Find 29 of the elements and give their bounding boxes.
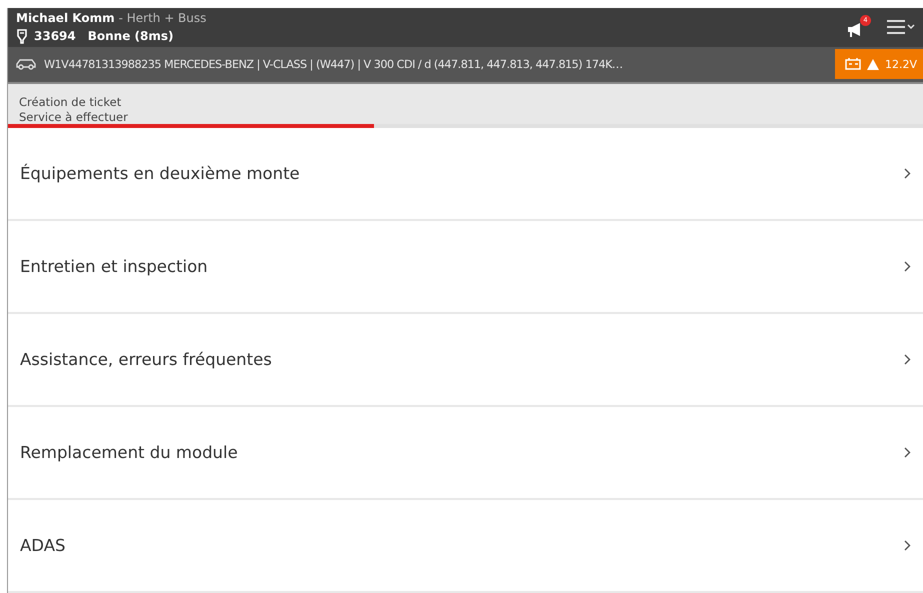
chevron-icon: [904, 447, 911, 458]
user-name: Michael Komm: [16, 10, 115, 25]
breadcrumb-title: Création de ticket: [19, 94, 122, 110]
battery-icon: [844, 58, 861, 70]
item-label: ADAS: [20, 536, 66, 555]
menu-item[interactable]: Entretien et inspection: [8, 221, 923, 314]
menu-icon: [887, 20, 915, 34]
menu-item[interactable]: ADAS: [8, 500, 923, 593]
car-icon: [16, 58, 36, 70]
chevron-icon: [904, 168, 911, 179]
menu-item[interactable]: Assistance, erreurs fréquentes: [8, 314, 923, 407]
plug-icon: [16, 28, 28, 44]
breadcrumb-subtitle: Service à effectuer: [19, 110, 129, 125]
item-label: Remplacement du module: [20, 443, 238, 462]
menu-item[interactable]: Remplacement du module: [8, 407, 923, 500]
menu-button[interactable]: [885, 18, 917, 36]
chevron-icon: [904, 540, 911, 551]
company-name: - Herth + Buss: [118, 10, 206, 25]
chevron-icon: [904, 261, 911, 272]
dealer-code: 33694: [34, 29, 76, 44]
menu-item[interactable]: Équipements en deuxième monte: [8, 128, 923, 221]
connection-status: Bonne (8ms): [88, 29, 174, 44]
item-label: Assistance, erreurs fréquentes: [20, 350, 272, 369]
item-label: Entretien et inspection: [20, 257, 208, 276]
item-label: Équipements en deuxième monte: [20, 164, 300, 183]
chevron-icon: [904, 354, 911, 365]
vehicle-description: W1V44781313988235 MERCEDES-BENZ | V-CLASS | (W447) | V 300 CDI / d (447.811, 447.813, 447.815) 174K…: [44, 58, 624, 71]
battery-voltage: 12.2V: [884, 58, 917, 71]
warning-icon: [866, 58, 879, 70]
